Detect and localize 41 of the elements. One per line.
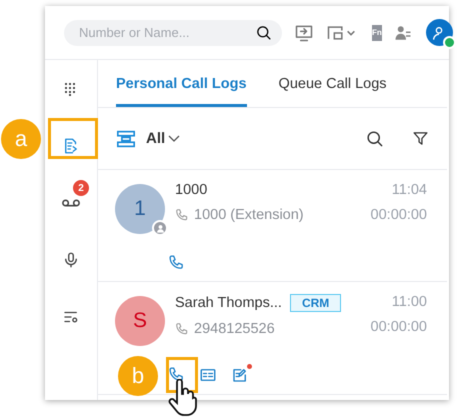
phone-icon <box>168 254 185 271</box>
edit-note-icon <box>231 366 249 384</box>
screen-share-icon[interactable] <box>294 22 314 42</box>
filter-icon[interactable] <box>412 130 429 147</box>
call-duration: 00:00:00 <box>370 207 427 223</box>
dialpad-icon <box>64 82 78 96</box>
user-avatar[interactable] <box>426 19 453 46</box>
contact-avatar: S <box>115 296 165 346</box>
phone-number: 1000 (Extension) <box>194 207 304 223</box>
count-badge: 2 <box>73 180 89 196</box>
filter-type-icon <box>116 130 136 148</box>
callout-marker: a <box>1 119 41 159</box>
search-icon[interactable] <box>365 129 384 148</box>
search-icon <box>255 24 272 40</box>
note-button[interactable] <box>231 366 249 384</box>
microphone-icon <box>62 251 80 269</box>
missed-call-icon <box>175 208 189 222</box>
search-field[interactable]: Number or Name... <box>64 20 282 46</box>
crm-tag: CRM <box>290 294 342 312</box>
transfer-user-icon[interactable] <box>394 24 412 42</box>
contact-name: 1000 <box>175 182 208 198</box>
contact-card-icon <box>199 366 217 384</box>
filter-dropdown[interactable]: All <box>146 130 180 147</box>
call-time: 11:00 <box>392 294 427 310</box>
sidebar-item[interactable]: 2 <box>51 183 91 223</box>
voicemail-icon <box>62 199 80 207</box>
tab[interactable]: Personal Call Logs <box>116 60 247 107</box>
call-log-row[interactable]: 1 1000 1000 (Extension) 11:04 00:00:00 <box>98 170 447 282</box>
contact-avatar: 1 <box>115 184 165 234</box>
call-duration: 00:00:00 <box>370 319 427 335</box>
phone-icon <box>168 366 185 383</box>
missed-call-icon <box>175 322 189 336</box>
contact-button[interactable] <box>199 366 217 384</box>
unread-dot <box>247 364 252 369</box>
caret-icon <box>168 134 180 142</box>
highlight-frame <box>48 118 98 159</box>
call-log-icon <box>62 137 80 155</box>
contact-name: Sarah Thomps... <box>175 295 282 311</box>
phone-number: 2948125526 <box>194 321 275 337</box>
tab[interactable]: Queue Call Logs <box>278 60 387 107</box>
call-time: 11:04 <box>392 182 427 198</box>
